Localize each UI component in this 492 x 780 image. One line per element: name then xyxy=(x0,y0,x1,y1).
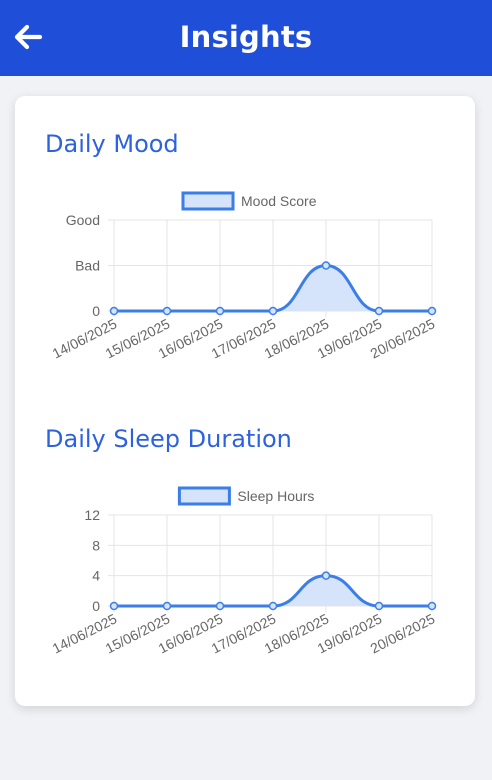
mood-data-point xyxy=(427,306,437,316)
sleep-y-tick-label: 8 xyxy=(92,537,100,553)
sleep-data-point xyxy=(109,601,119,611)
sleep-y-tick-label: 12 xyxy=(84,507,100,523)
sleep-legend-label: Sleep Hours xyxy=(237,488,314,504)
sleep-data-point xyxy=(374,601,384,611)
mood-y-tick-label: Bad xyxy=(75,258,100,274)
mood-data-point xyxy=(268,306,278,316)
sleep-data-point xyxy=(427,601,437,611)
mood-data-point xyxy=(215,306,225,316)
mood-chart-title: Daily Mood xyxy=(45,130,179,158)
mood-legend-swatch xyxy=(181,191,235,211)
sleep-data-point xyxy=(215,601,225,611)
sleep-y-tick-label: 0 xyxy=(92,598,100,614)
page-title: Insights xyxy=(179,20,313,54)
sleep-data-point xyxy=(321,571,331,580)
mood-y-tick-label: Good xyxy=(66,212,100,228)
sleep-data-point xyxy=(162,601,172,611)
sleep-chart-title: Daily Sleep Duration xyxy=(45,425,292,453)
mood-y-tick-label: 0 xyxy=(92,303,100,319)
mood-legend-label: Mood Score xyxy=(241,193,317,209)
mood-data-point xyxy=(162,306,172,316)
insights-card: Daily Mood 0 Bad Good Mood Score 14/06/2025 1… xyxy=(15,96,475,706)
mood-data-point xyxy=(109,306,119,316)
mood-data-point xyxy=(321,261,331,270)
sleep-legend-swatch xyxy=(177,486,231,506)
mood-data-point xyxy=(374,306,384,316)
mood-chart: 0BadGoodMood Score14/06/202515/06/202516… xyxy=(50,191,438,361)
sleep-data-point xyxy=(268,601,278,611)
sleep-y-tick-label: 4 xyxy=(92,568,100,584)
app-header: Insights xyxy=(0,0,492,76)
sleep-chart: 04812Sleep Hours14/06/202515/06/202516/0… xyxy=(50,486,438,656)
